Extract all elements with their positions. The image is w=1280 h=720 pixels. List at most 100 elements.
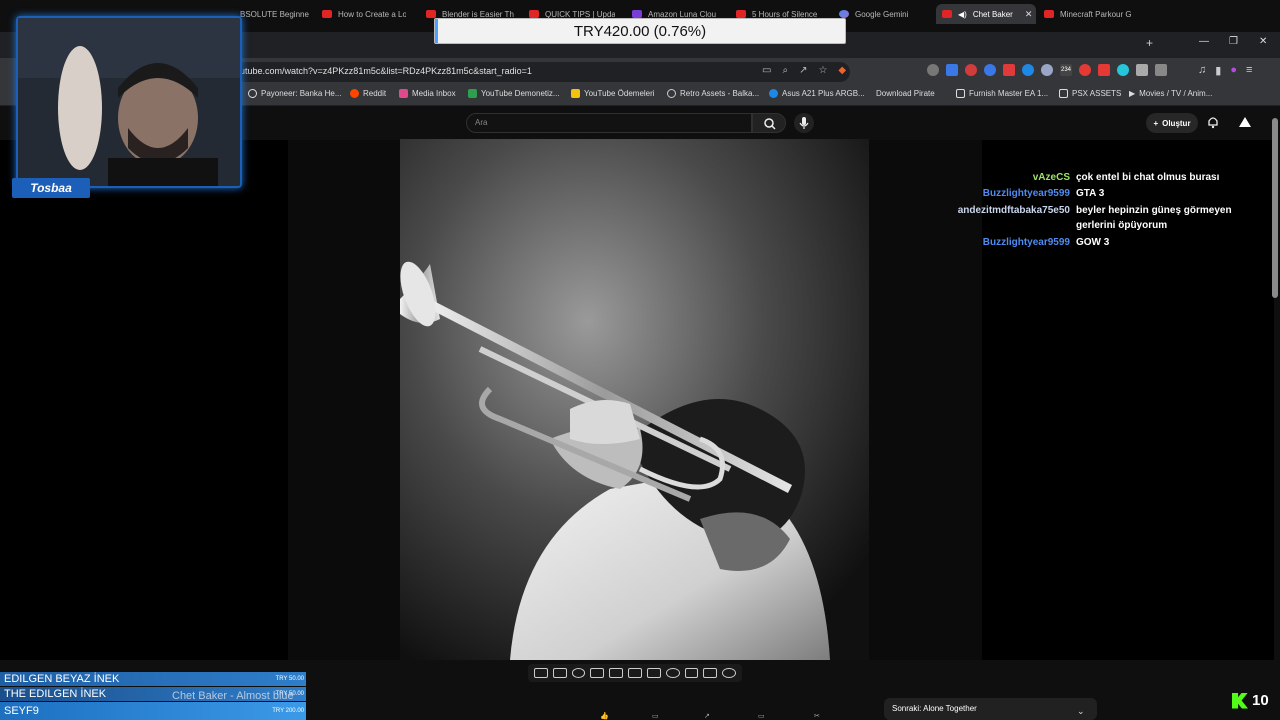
cast-icon[interactable]: ▭: [762, 65, 771, 76]
bookmark-item[interactable]: Media Inbox: [399, 89, 456, 98]
bookmark-star-icon[interactable]: ☆: [818, 65, 827, 76]
comment-button[interactable]: ▭: [652, 712, 659, 720]
create-button[interactable]: + Oluştur: [1146, 113, 1198, 133]
clip-button[interactable]: ✂: [814, 712, 820, 720]
tab-7-active[interactable]: ◀) Chet Baker ✕: [936, 4, 1036, 24]
sheets-icon: [468, 89, 477, 98]
picture-icon[interactable]: [628, 668, 642, 678]
extension-icon[interactable]: [1079, 64, 1091, 76]
minimize-icon[interactable]: —: [1199, 36, 1209, 47]
extension-icon[interactable]: [984, 64, 996, 76]
wallet-icon[interactable]: ●: [1230, 64, 1237, 77]
zoom-icon[interactable]: ⌕: [782, 65, 788, 76]
restore-icon[interactable]: ❐: [1229, 36, 1238, 47]
frames-icon[interactable]: [646, 668, 661, 678]
pip-icon[interactable]: [684, 668, 699, 678]
menu-icon[interactable]: ≡: [1246, 64, 1252, 77]
bookmark-label: Asus A21 Plus ARGB...: [782, 89, 865, 98]
notion-icon: [956, 89, 965, 98]
bookmark-item[interactable]: YouTube Ödemeleri: [571, 89, 655, 98]
bookmark-item[interactable]: Retro Assets - Balka...: [667, 89, 759, 98]
page-scrollbar[interactable]: [1272, 118, 1278, 298]
search-button[interactable]: [752, 113, 786, 133]
bookmark-item[interactable]: YouTube Demonetiz...: [468, 89, 560, 98]
tab-6[interactable]: Google Gemini: [839, 4, 929, 24]
extension-icon[interactable]: [1117, 64, 1129, 76]
reddit-icon: [350, 89, 359, 98]
tab-8[interactable]: Minecraft Parkour G: [1044, 4, 1136, 24]
tab-label: Chet Baker: [972, 9, 1013, 19]
url-text[interactable]: utube.com/watch?v=z4PKzz81m5c&list=RDz4P…: [240, 66, 532, 76]
ticker-donor: SEYF9: [4, 705, 39, 717]
donation-goal-bar: TRY420.00 (0.76%): [434, 18, 846, 44]
now-playing-text: Chet Baker - Almost blue: [172, 690, 294, 702]
brave-shield-icon[interactable]: ◆: [838, 65, 846, 76]
media-icon[interactable]: ♫: [1198, 64, 1206, 77]
video-frame-trumpet-player[interactable]: [400, 139, 869, 660]
notifications-bell-icon[interactable]: [1206, 115, 1220, 129]
chat-username: Buzzlightyear9599: [982, 237, 1070, 248]
bookmark-item[interactable]: Reddit: [350, 89, 386, 98]
extension-icon[interactable]: [1003, 64, 1015, 76]
ticker-amount: TRY 50.00: [275, 676, 304, 682]
loop-icon[interactable]: [534, 668, 548, 678]
toolbar-right-icons: ♫ ▮ ● ≡: [1198, 64, 1252, 77]
bookmark-item[interactable]: Furnish Master EA 1...: [956, 89, 1048, 98]
like-button[interactable]: 👍: [600, 712, 609, 720]
new-tab-icon[interactable]: +: [1146, 36, 1153, 50]
chat-username: Buzzlightyear9599: [982, 188, 1070, 199]
close-window-icon[interactable]: ✕: [1259, 36, 1267, 47]
ticker-donor: THE EDILGEN İNEK: [4, 688, 107, 700]
tab-0[interactable]: BSOLUTE Beginne: [240, 4, 312, 24]
speaker-icon: ◀): [958, 9, 967, 19]
settings-gear-icon[interactable]: [722, 668, 736, 678]
bookmark-item[interactable]: Payoneer: Banka He...: [248, 89, 342, 98]
bookmark-label: Movies / TV / Anim...: [1139, 89, 1213, 98]
bookmark-label: Payoneer: Banka He...: [261, 89, 342, 98]
audio-icon[interactable]: [571, 668, 586, 678]
share-button[interactable]: ↗: [704, 712, 710, 720]
bookmark-label: Furnish Master EA 1...: [969, 89, 1049, 98]
extension-icon[interactable]: [1041, 64, 1053, 76]
sort-icon[interactable]: [552, 668, 567, 678]
chat-username: andezitmdftabaka75e50: [957, 205, 1070, 216]
bookmark-item[interactable]: PSX ASSETS: [1059, 89, 1121, 98]
chat-message: beyler hepinzin güneş görmeyen gerlerini…: [1076, 205, 1232, 231]
youtube-icon: [736, 10, 746, 18]
chat-message: GOW 3: [1076, 237, 1110, 248]
extension-icon[interactable]: [965, 64, 977, 76]
sidebar-icon[interactable]: ▮: [1215, 64, 1221, 77]
extensions-puzzle-icon[interactable]: [1136, 64, 1148, 76]
screenshot-icon[interactable]: [590, 668, 605, 678]
bookmark-item[interactable]: Download Pirate: [876, 89, 935, 98]
close-tab-icon[interactable]: ✕: [1025, 9, 1033, 20]
chat-message: çok entel bi chat olmus burası: [1076, 172, 1220, 183]
youtube-studio-icon[interactable]: [1238, 116, 1252, 128]
search-input[interactable]: [466, 113, 752, 133]
payoneer-icon: [248, 89, 257, 98]
save-button[interactable]: ▭: [758, 712, 765, 720]
share-icon[interactable]: ↗: [799, 65, 807, 76]
media-inbox-icon: [399, 89, 408, 98]
donation-goal-text: TRY420.00 (0.76%): [573, 22, 707, 40]
luna-icon: [632, 10, 642, 18]
extension-icon[interactable]: [946, 64, 958, 76]
bookmark-label: YouTube Ödemeleri: [584, 89, 655, 98]
extension-badge-icon[interactable]: 234: [1060, 64, 1072, 76]
extension-icon[interactable]: [1022, 64, 1034, 76]
filmstrip-icon[interactable]: [609, 668, 624, 678]
player-extension-controls: [528, 664, 742, 682]
extension-icon[interactable]: [1098, 64, 1110, 76]
bookmark-label: Download Pirate: [876, 89, 935, 98]
extension-icon[interactable]: [1155, 64, 1167, 76]
voice-search-button[interactable]: [794, 113, 814, 133]
bookmark-item[interactable]: ▶ Movies / TV / Anim...: [1129, 89, 1212, 98]
chevron-down-icon[interactable]: ⌄: [1077, 706, 1085, 717]
extension-icon[interactable]: [927, 64, 939, 76]
ticker-donor: EDILGEN BEYAZ İNEK: [4, 673, 120, 685]
omnibox-actions: ▭ ⌕ ↗ ☆ ◆: [762, 65, 846, 76]
bookmark-item[interactable]: Asus A21 Plus ARGB...: [769, 89, 865, 98]
speed-icon[interactable]: [665, 668, 680, 678]
tab-1[interactable]: How to Create a Lo: [322, 4, 406, 24]
camera-icon[interactable]: [703, 668, 718, 678]
